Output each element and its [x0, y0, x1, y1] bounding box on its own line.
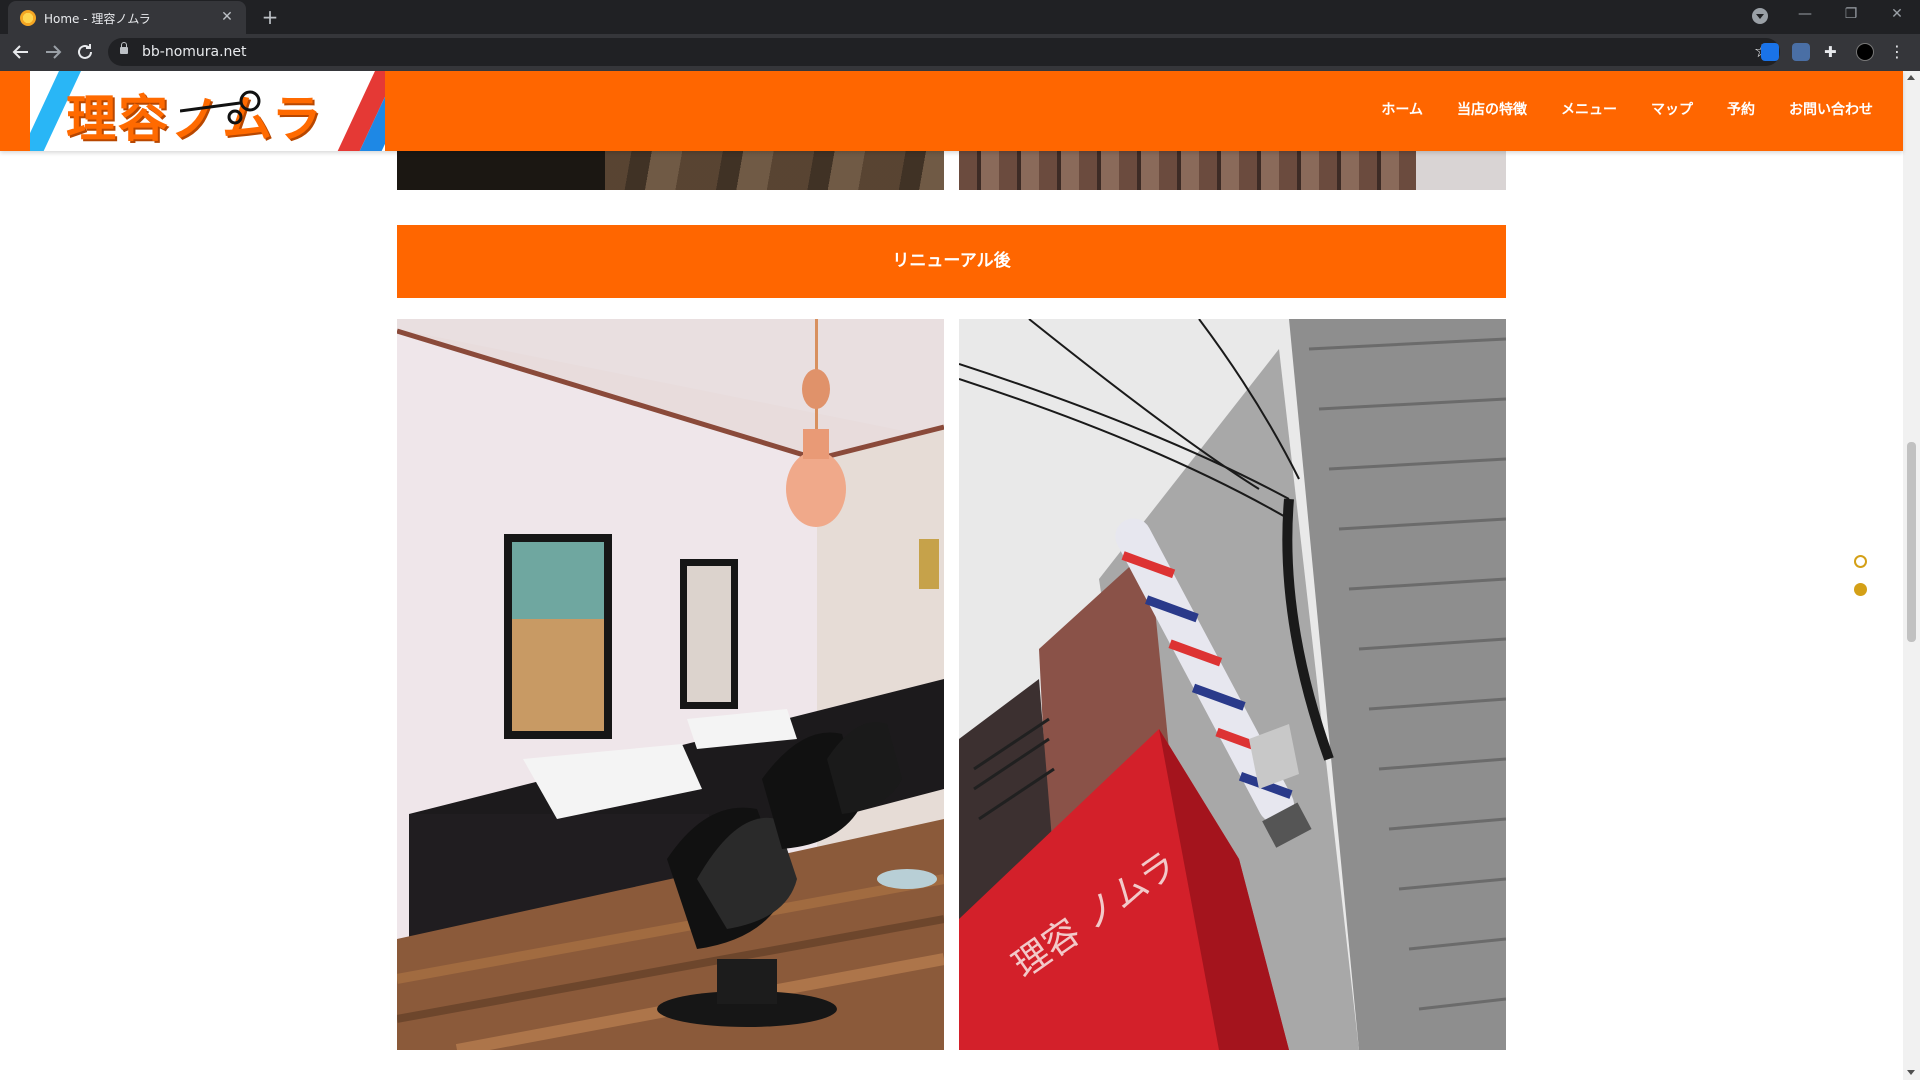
browser-tabstrip: Home - 理容ノムラ ✕ + — ❐ ✕ [0, 0, 1920, 34]
tab-search-icon[interactable] [1752, 8, 1768, 24]
extensions-puzzle-icon[interactable]: ✚ [1824, 43, 1842, 61]
page-viewport: 理容ノムラ ホーム 当店の特徴 メニュー マップ 予約 お問い合わせ リニューア… [0, 71, 1920, 1080]
page-scrollbar[interactable] [1903, 71, 1920, 1080]
nav-map[interactable]: マップ [1651, 99, 1693, 119]
scroll-thumb[interactable] [1907, 442, 1916, 642]
new-tab-button[interactable]: + [258, 5, 282, 29]
close-window-button[interactable]: ✕ [1874, 0, 1920, 30]
site-header: 理容ノムラ ホーム 当店の特徴 メニュー マップ 予約 お問い合わせ [0, 71, 1903, 151]
salon-interior-photo [397, 319, 944, 1050]
site-favicon-icon [20, 10, 36, 26]
forward-icon[interactable] [41, 40, 65, 64]
section-title-renewal: リニューアル後 [397, 225, 1506, 298]
slider-dots [1854, 555, 1867, 611]
storefront-barber-pole-photo: 理容 ノムラ [959, 319, 1506, 1050]
slider-dot-1[interactable] [1854, 555, 1867, 568]
browser-tab[interactable]: Home - 理容ノムラ ✕ [8, 1, 246, 34]
slider-dot-2[interactable] [1854, 583, 1867, 596]
nav-features[interactable]: 当店の特徴 [1457, 99, 1527, 119]
browser-toolbar: bb-nomura.net ☆ ✚ ⋮ [0, 34, 1920, 71]
minimize-button[interactable]: — [1782, 0, 1828, 30]
main-nav: ホーム 当店の特徴 メニュー マップ 予約 お問い合わせ [1381, 99, 1873, 119]
extension-icon[interactable] [1792, 43, 1810, 61]
site-logo[interactable]: 理容ノムラ [30, 71, 385, 151]
profile-avatar[interactable] [1856, 43, 1874, 61]
reload-icon[interactable] [73, 40, 97, 64]
restore-button[interactable]: ❐ [1828, 0, 1874, 30]
nav-home[interactable]: ホーム [1381, 99, 1423, 119]
scroll-down-arrow-icon[interactable] [1907, 1070, 1915, 1075]
back-icon[interactable] [9, 40, 33, 64]
url-text: bb-nomura.net [142, 44, 247, 60]
menu-kebab-icon[interactable]: ⋮ [1888, 43, 1906, 61]
tab-title: Home - 理容ノムラ [44, 12, 151, 26]
scroll-up-arrow-icon[interactable] [1907, 75, 1915, 80]
tab-close-icon[interactable]: ✕ [218, 8, 236, 26]
address-bar[interactable]: bb-nomura.net ☆ [108, 38, 1780, 66]
zoom-extension-icon[interactable] [1761, 43, 1779, 61]
scissors-icon [180, 90, 261, 125]
nav-contact[interactable]: お問い合わせ [1789, 99, 1873, 119]
lock-icon [120, 42, 128, 54]
nav-reservation[interactable]: 予約 [1727, 99, 1755, 119]
nav-menu[interactable]: メニュー [1561, 99, 1617, 119]
